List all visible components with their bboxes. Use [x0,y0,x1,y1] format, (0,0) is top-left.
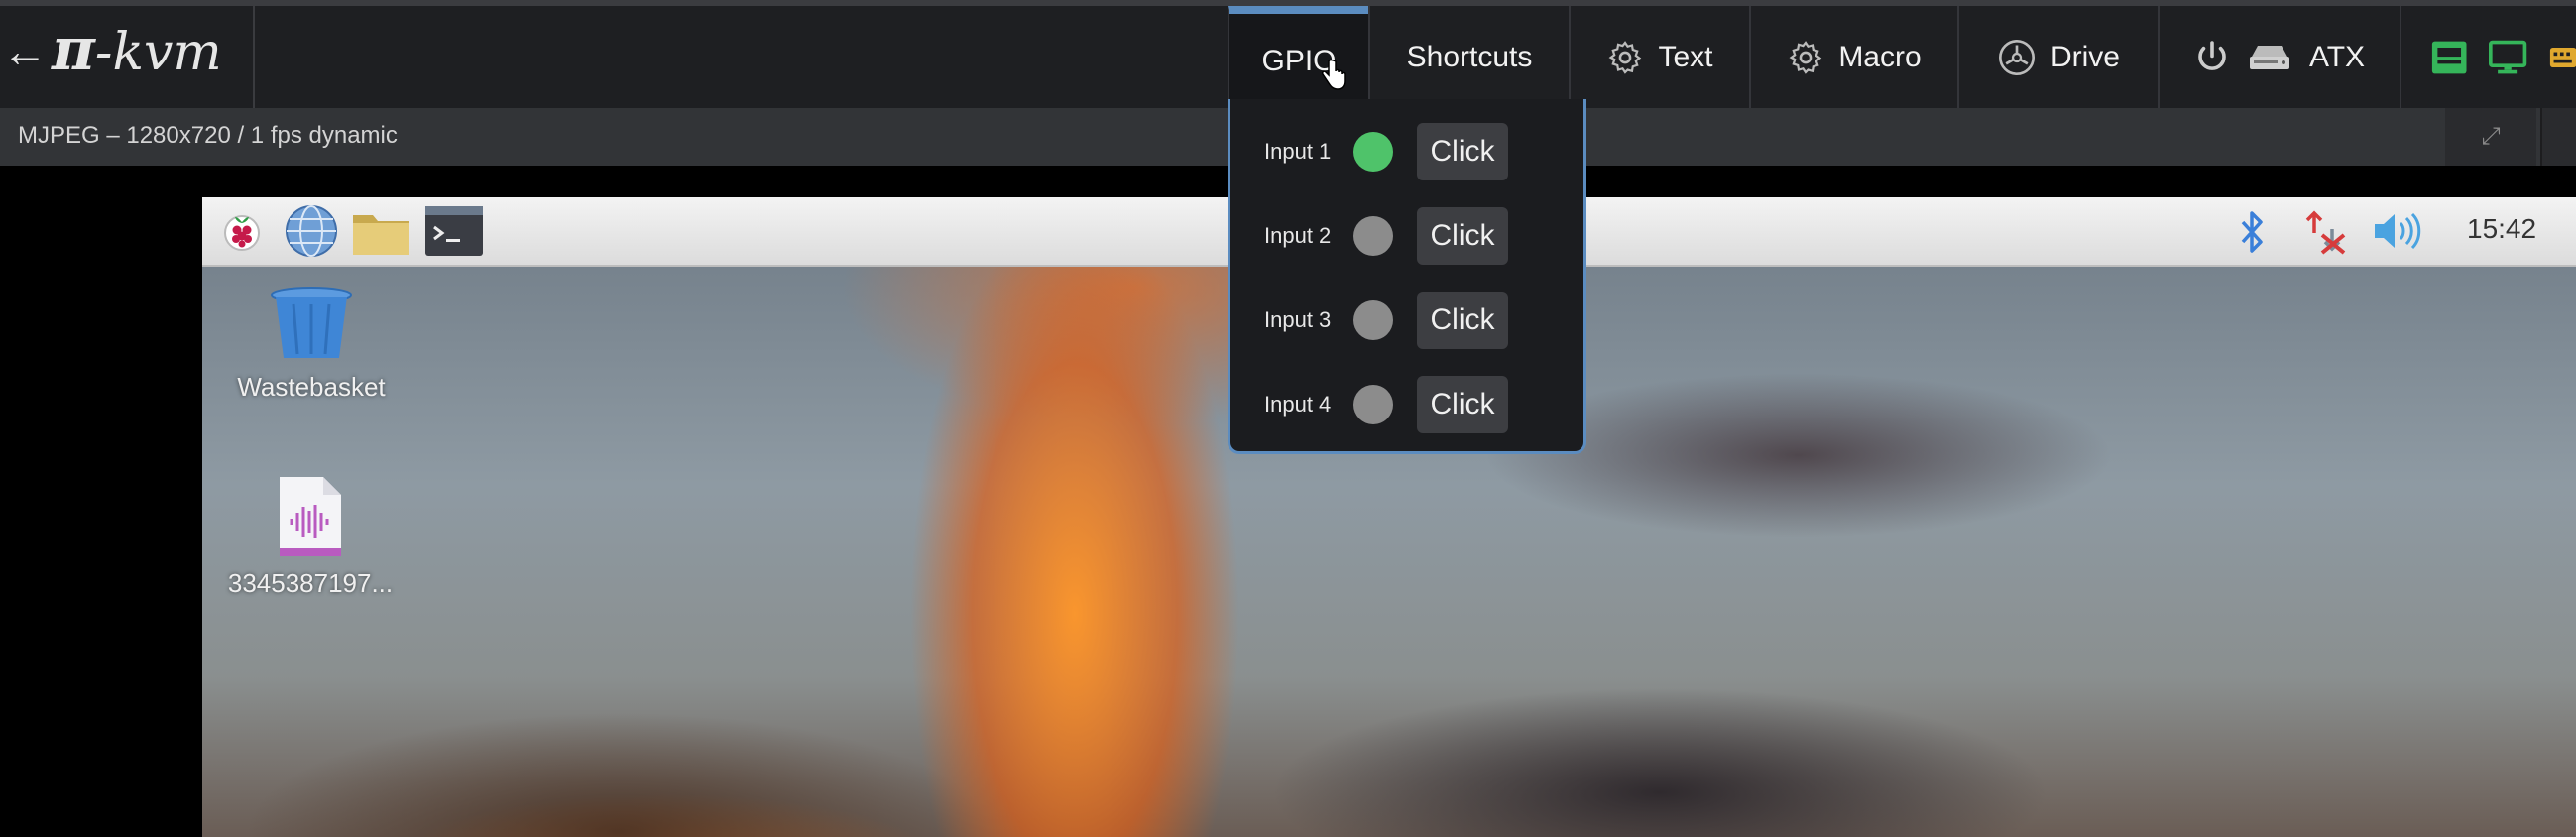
gpio-led-indicator [1353,385,1393,424]
menu-text[interactable]: Text [1569,6,1749,108]
trash-icon [271,287,352,358]
bluetooth-icon[interactable] [2237,209,2267,255]
window-close-button[interactable] [2540,108,2576,166]
file-manager-icon[interactable] [351,207,410,257]
menu-gpio[interactable]: GPIO [1228,6,1368,108]
gpio-input-row: Input 3 Click [1230,290,1589,351]
logo-text: -kvm [94,23,222,82]
gpio-input-row: Input 1 Click [1230,121,1589,182]
volume-icon[interactable] [2372,211,2423,251]
menu-drive[interactable]: Drive [1957,6,2158,108]
hdd-icon [2249,45,2289,69]
menu-macro-label: Macro [1838,40,1922,73]
gpio-click-button[interactable]: Click [1417,207,1508,265]
brand: ← π-kvm [0,6,255,108]
terminal-icon[interactable] [424,205,484,257]
menu-bar: ← π-kvm GPIO Shortcuts Text Macro Drive … [0,0,2576,108]
gpio-input-label: Input 1 [1264,139,1332,164]
gpio-click-button[interactable]: Click [1417,123,1508,180]
gpio-dropdown: Input 1 Click Input 2 Click Input 3 Clic… [1228,99,1586,454]
menu-atx-label: ATX [2308,40,2366,73]
menu-shortcuts-label: Shortcuts [1406,40,1533,73]
menu-atx[interactable]: ATX [2158,6,2400,108]
stream-info: MJPEG – 1280x720 / 1 fps dynamic [18,122,398,149]
desktop-icon-wastebasket[interactable]: Wastebasket [222,287,401,403]
gpio-input-label: Input 2 [1264,223,1332,248]
left-margin [0,166,173,837]
gpio-led-indicator [1353,132,1393,172]
menu-shortcuts[interactable]: Shortcuts [1368,6,1569,108]
gpio-click-button[interactable]: Click [1417,376,1508,433]
gpio-input-label: Input 4 [1264,392,1332,417]
desktop-icon-label: Wastebasket [237,372,386,402]
gpio-led-indicator [1353,300,1393,340]
gpio-input-label: Input 3 [1264,307,1332,332]
gpio-led-indicator [1353,216,1393,256]
monitor-status-icon[interactable] [2489,39,2527,76]
menu-text-label: Text [1658,40,1713,73]
status-indicators [2400,6,2576,108]
gpio-input-row: Input 2 Click [1230,205,1589,267]
power-icon [2198,40,2226,70]
gear-icon [1609,40,1642,74]
menu-drive-label: Drive [2049,40,2120,73]
gear-icon [1789,40,1822,74]
keyboard-indicator-icon[interactable] [2549,43,2576,72]
menu-macro[interactable]: Macro [1749,6,1957,108]
audio-file-icon [280,477,341,556]
expand-icon: ⤢ [2481,123,2501,150]
fullscreen-button[interactable]: ⤢ [2445,108,2536,166]
logo[interactable]: π-kvm [52,20,222,82]
back-arrow-icon[interactable]: ← [2,28,48,73]
gpio-click-button[interactable]: Click [1417,292,1508,349]
raspberry-menu-icon[interactable] [218,207,266,255]
disc-icon [1998,39,2035,75]
keyboard-status-icon[interactable] [2431,39,2467,76]
hand-cursor-icon [1322,60,1346,90]
panel-clock[interactable]: 15:42 [2467,213,2536,245]
desktop-icon-audio-file[interactable]: 3345387197... [206,475,414,599]
desktop-icon-label: 3345387197... [227,568,394,598]
gpio-input-row: Input 4 Click [1230,374,1589,435]
browser-globe-icon[interactable] [284,203,339,259]
network-disconnected-icon[interactable] [2302,209,2350,255]
logo-pi: π [52,15,95,84]
